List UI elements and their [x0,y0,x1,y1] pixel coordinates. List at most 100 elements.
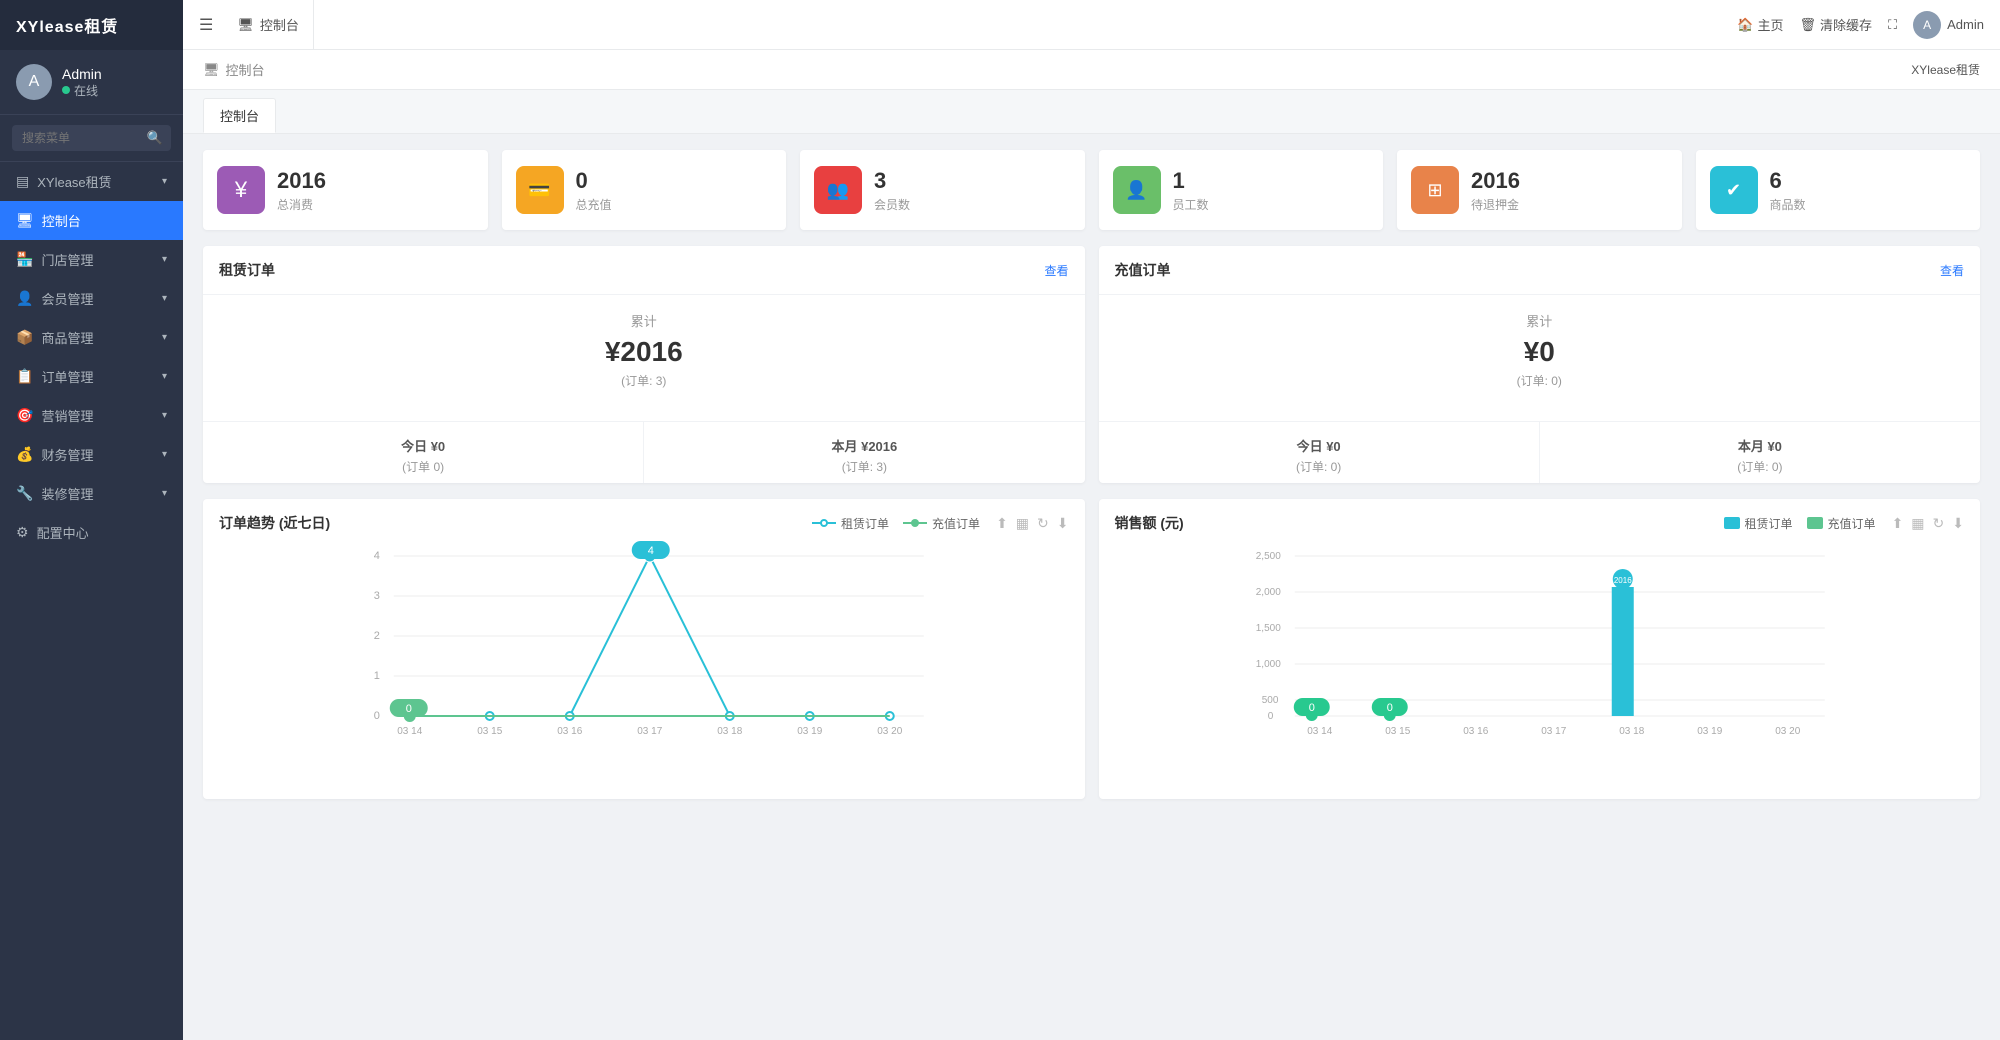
sidebar-item-goods[interactable]: 📦 商品管理 ▾ [0,318,183,357]
user-status: 在线 [62,82,102,99]
sales-amount-panel: 销售额 (元) 租赁订单 充值订单 [1099,499,1981,799]
chevron-down-icon: ▾ [162,410,167,421]
legend-recharge-label: 充值订单 [932,515,980,532]
order-trend-header: 订单趋势 (近七日) 租赁订单 [203,499,1085,541]
svg-text:03 17: 03 17 [1541,726,1566,737]
svg-text:03 14: 03 14 [397,726,422,737]
home-icon: 🏠 [1737,17,1753,33]
recharge-order-link[interactable]: 查看 [1940,262,1964,279]
sidebar-item-marketing[interactable]: 🎯 营销管理 ▾ [0,396,183,435]
recharge-month-label: 本月 ¥0 [1548,436,1972,455]
members-icon: 👥 [814,166,862,214]
stat-cards-row: ¥ 2016 总消费 💳 0 总充值 👥 3 会员数 [203,150,1980,230]
sidebar-user: A Admin 在线 [0,50,183,115]
fullscreen-icon: ⛶ [1888,17,1897,33]
fullscreen-button[interactable]: ⛶ [1888,17,1897,33]
recharge-order-divider: 今日 ¥0 (订单: 0) 本月 ¥0 (订单: 0) [1099,421,1981,483]
sales-amount-svg: 2,500 2,000 1,500 1,000 500 0 [1115,541,1965,741]
sidebar-item-member[interactable]: 👤 会员管理 ▾ [0,279,183,318]
svg-text:03 20: 03 20 [877,726,902,737]
menu-toggle-button[interactable]: ☰ [199,15,213,35]
user-name: Admin [62,66,102,82]
topbar: ☰ 🖥 控制台 🏠 主页 🗑 清除缓存 ⛶ A Admin [183,0,2000,50]
chart-bar-icon2[interactable]: ▦ [1911,515,1924,532]
chart-upload-icon2[interactable]: ⬆ [1892,515,1904,532]
sidebar-item-label: 配置中心 [37,523,89,542]
rental-today-stat: 今日 ¥0 (订单 0) [203,422,644,483]
chevron-down-icon: ▾ [162,293,167,304]
rental-order-divider: 今日 ¥0 (订单 0) 本月 ¥2016 (订单: 3) [203,421,1085,483]
admin-user: A Admin [1913,11,1984,39]
recharge-label: 总充值 [576,196,612,213]
goods-count-value: 6 [1770,168,1806,194]
recharge-value: 0 [576,168,612,194]
recharge-order-header: 充值订单 查看 [1099,246,1981,295]
stat-card-pending-deposit: ⊞ 2016 待退押金 [1397,150,1682,230]
sidebar-item-label: 商品管理 [41,328,93,347]
chevron-down-icon: ▾ [162,449,167,460]
tab-dashboard[interactable]: 控制台 [203,98,276,133]
chart-bar-icon[interactable]: ▦ [1016,515,1029,532]
order-trend-svg: 4 3 2 1 0 03 14 03 15 0 [219,541,1069,741]
sidebar-item-order[interactable]: 📋 订单管理 ▾ [0,357,183,396]
sidebar-item-dashboard[interactable]: 🖥 控制台 [0,201,183,240]
sidebar-item-label: 装修管理 [41,484,93,503]
employees-label: 员工数 [1173,196,1209,213]
order-panels-row: 租赁订单 查看 累计 ¥2016 (订单: 3) 今日 ¥0 (订单 0) 本月… [203,246,1980,483]
recharge-order-panel: 充值订单 查看 累计 ¥0 (订单: 0) 今日 ¥0 (订单: 0) 本月 ¥… [1099,246,1981,483]
rental-order-link[interactable]: 查看 [1044,262,1068,279]
order-trend-title: 订单趋势 (近七日) [219,513,330,533]
stat-card-members: 👥 3 会员数 [800,150,1085,230]
recharge-cumulative-orders: (订单: 0) [1115,372,1965,389]
sidebar-item-label: 会员管理 [41,289,93,308]
recharge-today-label: 今日 ¥0 [1107,436,1531,455]
chart-download-icon[interactable]: ⬇ [1057,515,1069,532]
svg-text:2,000: 2,000 [1255,587,1280,598]
goods-count-icon: ✔ [1710,166,1758,214]
sidebar-search-container: 🔍 [0,115,183,162]
chart-refresh-icon[interactable]: ↻ [1037,515,1049,532]
chart-refresh-icon2[interactable]: ↻ [1933,515,1945,532]
chart-download-icon2[interactable]: ⬇ [1952,515,1964,532]
svg-text:03 18: 03 18 [717,726,742,737]
svg-text:500: 500 [1261,695,1278,706]
recharge-order-title: 充值订单 [1115,260,1171,280]
rental-today-label: 今日 ¥0 [211,436,635,455]
trash-icon: 🗑 [1800,17,1817,33]
stat-card-employees: 👤 1 员工数 [1099,150,1384,230]
employees-value: 1 [1173,168,1209,194]
dashboard-icon: 🖥 [16,212,34,229]
sidebar-item-xylease[interactable]: ▤ XYlease租赁 ▾ [0,162,183,201]
chevron-down-icon: ▾ [162,176,167,187]
clear-cache-button[interactable]: 🗑 清除缓存 [1800,15,1873,34]
finance-icon: 💰 [16,446,33,463]
svg-text:0: 0 [1267,711,1273,722]
config-icon: ⚙ [16,524,29,541]
legend-recharge: 充值订单 [903,515,980,532]
deposit-label: 待退押金 [1471,196,1520,213]
home-label: 主页 [1757,15,1783,34]
chart-upload-icon[interactable]: ⬆ [996,515,1008,532]
svg-text:0: 0 [406,703,412,715]
consumption-icon: ¥ [217,166,265,214]
sidebar-item-config[interactable]: ⚙ 配置中心 [0,513,183,552]
svg-text:0: 0 [374,710,380,722]
consumption-label: 总消费 [277,196,326,213]
logo-text: XYlease租赁 [16,13,118,37]
sidebar-item-store[interactable]: 🏪 门店管理 ▾ [0,240,183,279]
sales-amount-legend: 租赁订单 充值订单 [1724,515,1876,532]
goods-count-label: 商品数 [1770,196,1806,213]
svg-text:1,000: 1,000 [1255,659,1280,670]
consumption-value: 2016 [277,168,326,194]
sidebar: XYlease租赁 A Admin 在线 🔍 ▤ XYlease租赁 ▾ 🖥 控… [0,0,183,1040]
home-button[interactable]: 🏠 主页 [1737,15,1783,34]
sidebar-item-finance[interactable]: 💰 财务管理 ▾ [0,435,183,474]
sidebar-item-decoration[interactable]: 🔧 装修管理 ▾ [0,474,183,513]
topbar-tab-label: 控制台 [260,15,299,34]
svg-text:1,500: 1,500 [1255,623,1280,634]
members-value: 3 [874,168,910,194]
search-icon: 🔍 [147,130,163,146]
chevron-down-icon: ▾ [162,488,167,499]
topbar-tab-dashboard[interactable]: 🖥 控制台 [223,0,314,50]
rental-order-header: 租赁订单 查看 [203,246,1085,295]
